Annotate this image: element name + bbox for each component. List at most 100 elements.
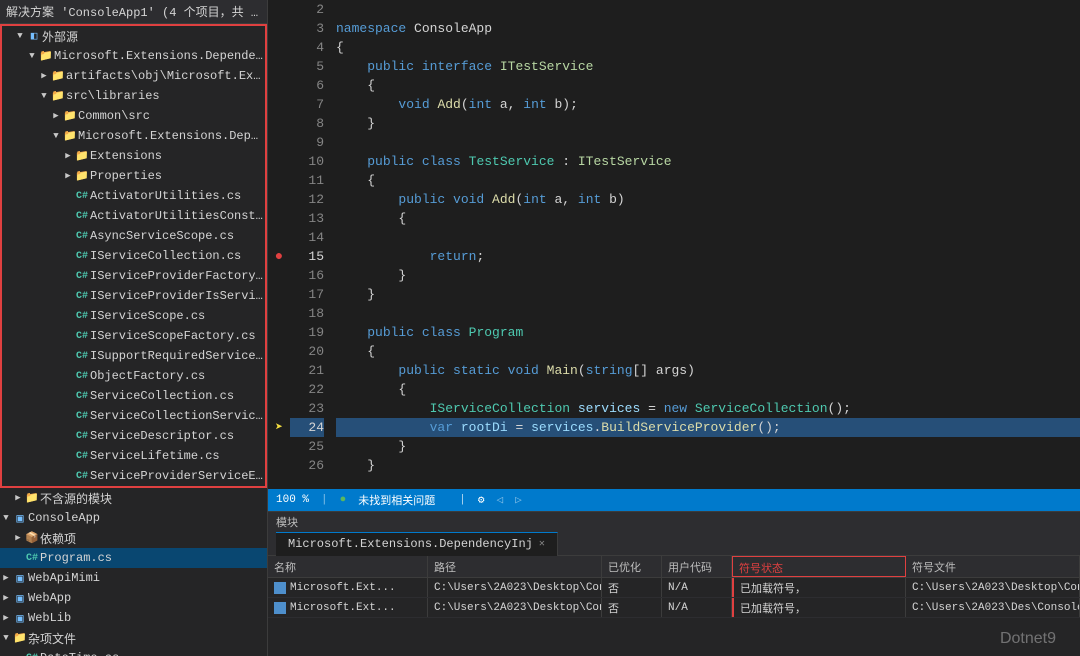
sidebar-item-nosource[interactable]: ▶ 📁 不含源的模块 <box>0 488 267 508</box>
sidebar-item-iserviceprovider[interactable]: C# IServiceProviderFactory.cs <box>2 266 265 286</box>
sidebar-item-label: WebApp <box>28 591 71 605</box>
folder-icon: 📁 <box>50 69 66 83</box>
cs-icon: C# <box>74 431 90 442</box>
sidebar-item-label: 外部源 <box>42 28 78 45</box>
token-void-12: void <box>453 190 492 209</box>
status-icon: ● <box>340 494 347 506</box>
module-icon-2 <box>274 602 286 614</box>
expand-arrow: ▶ <box>38 71 50 81</box>
tab-modules[interactable]: Microsoft.Extensions.DependencyInj ✕ <box>276 532 558 556</box>
token-services-24: services <box>531 418 593 437</box>
sidebar-item-label: ServiceDescriptor.cs <box>90 429 234 443</box>
sidebar-item-iservicecollection[interactable]: C# IServiceCollection.cs <box>2 246 265 266</box>
gutter-line-14 <box>268 228 290 247</box>
sidebar-item-objectfactory[interactable]: C# ObjectFactory.cs <box>2 366 265 386</box>
token-colon: : <box>562 152 578 171</box>
line-num-22: 22 <box>290 380 324 399</box>
sidebar-item-iserviceproviderisservice[interactable]: C# IServiceProviderIsService.c <box>2 286 265 306</box>
sidebar-item-iservicescope[interactable]: C# IServiceScope.cs <box>2 306 265 326</box>
sidebar-item-datetime[interactable]: C# DateTime.cs <box>0 648 267 656</box>
sidebar-item-msextdep[interactable]: ▼ 📁 Microsoft.Extensions.Depend <box>2 126 265 146</box>
cs-icon: C# <box>24 553 40 564</box>
cell-symbol-2: 已加载符号， <box>732 598 906 617</box>
line-num-15: 15 <box>290 247 324 266</box>
token-program: Program <box>469 323 524 342</box>
token-public-10: public <box>367 152 422 171</box>
sidebar-item-artifacts[interactable]: ▶ 📁 artifacts\obj\Microsoft.Extension <box>2 66 265 86</box>
sidebar-item-label: WebLib <box>28 611 71 625</box>
sidebar-item-serviceproviderserviceex[interactable]: C# ServiceProviderServiceExte <box>2 466 265 486</box>
sidebar-item-extensions[interactable]: ▶ 📁 Extensions <box>2 146 265 166</box>
line-numbers: 2 3 4 5 6 7 8 9 10 11 12 13 14 15 16 17 <box>290 0 332 489</box>
cs-icon: C# <box>74 451 90 462</box>
token-rootdi: rootDi <box>461 418 508 437</box>
sidebar-item-label: IServiceCollection.cs <box>90 249 241 263</box>
sidebar-item-servicelifetime[interactable]: C# ServiceLifetime.cs <box>2 446 265 466</box>
token-public-12: public <box>398 190 453 209</box>
cell-symbolfile-1: C:\Users\2A023\Desktop\ConsoleApp1\Conso… <box>906 578 1080 597</box>
line-num-19: 19 <box>290 323 324 342</box>
gutter-line-6 <box>268 76 290 95</box>
sidebar-item-webapimimi[interactable]: ▶ ▣ WebApiMimi <box>0 568 267 588</box>
tab-close-icon[interactable]: ✕ <box>539 538 545 550</box>
sidebar-item-deps[interactable]: ▶ 📦 依赖项 <box>0 528 267 548</box>
sidebar-item-async[interactable]: C# AsyncServiceScope.cs <box>2 226 265 246</box>
gutter-line-4 <box>268 38 290 57</box>
cell-name-1: Microsoft.Ext... <box>268 578 428 597</box>
token-indent-24 <box>336 418 430 437</box>
token-eq-23: = <box>640 399 663 418</box>
code-line-24: var rootDi = services . BuildServiceProv… <box>336 418 1080 437</box>
sidebar-item-iservicescopefactory[interactable]: C# IServiceScopeFactory.cs <box>2 326 265 346</box>
sidebar-item-weblib[interactable]: ▶ ▣ WebLib <box>0 608 267 628</box>
code-line-11: { <box>336 171 1080 190</box>
sidebar-item-activator[interactable]: C# ActivatorUtilities.cs <box>2 186 265 206</box>
sidebar-item-msext[interactable]: ▼ 📁 Microsoft.Extensions.DependencyIn <box>2 46 265 66</box>
sidebar-item-label: 杂项文件 <box>28 630 76 647</box>
gutter-line-16 <box>268 266 290 285</box>
sidebar-item-common[interactable]: ▶ 📁 Common\src <box>2 106 265 126</box>
gutter-line-13 <box>268 209 290 228</box>
sidebar-item-src[interactable]: ▼ 📁 src\libraries <box>2 86 265 106</box>
sidebar-item-external[interactable]: ▼ ◧ 外部源 <box>2 26 265 46</box>
token-indent-12 <box>336 190 398 209</box>
expand-arrow: ▶ <box>0 613 12 623</box>
status-text: 未找到相关问题 <box>358 492 435 508</box>
token-int-12b: int <box>578 190 609 209</box>
sidebar-item-label: ServiceProviderServiceExte <box>90 469 265 483</box>
gutter-line-21 <box>268 361 290 380</box>
code-line-4: { <box>336 38 1080 57</box>
token-static-21: static <box>453 361 508 380</box>
cs-icon: C# <box>74 231 90 242</box>
code-line-10: public class TestService : ITestService <box>336 152 1080 171</box>
table-row-2[interactable]: Microsoft.Ext... C:\Users\2A023\Desktop\… <box>268 598 1080 618</box>
token-brace-13: { <box>336 209 406 228</box>
code-line-18 <box>336 304 1080 323</box>
token-parens-23: (); <box>828 399 851 418</box>
code-content[interactable]: namespace ConsoleApp { public interface … <box>332 0 1080 489</box>
sidebar-item-webapp[interactable]: ▶ ▣ WebApp <box>0 588 267 608</box>
expand-arrow: ▶ <box>12 533 24 543</box>
sidebar-item-servicecollection[interactable]: C# ServiceCollection.cs <box>2 386 265 406</box>
sidebar-item-servicecollectionex[interactable]: C# ServiceCollectionServiceEx <box>2 406 265 426</box>
sidebar-item-isupport[interactable]: C# ISupportRequiredService.c <box>2 346 265 366</box>
gutter-line-10 <box>268 152 290 171</box>
sidebar-item-label: Program.cs <box>40 551 112 565</box>
sidebar-item-program-selected[interactable]: C# Program.cs <box>0 548 267 568</box>
sidebar-item-label: ServiceCollectionServiceEx <box>90 409 265 423</box>
token-args: [] args) <box>633 361 695 380</box>
token-void: void <box>398 95 437 114</box>
sidebar-item-activatorutil[interactable]: C# ActivatorUtilitiesConstructo <box>2 206 265 226</box>
sidebar-item-properties[interactable]: ▶ 📁 Properties <box>2 166 265 186</box>
sidebar-item-label: Extensions <box>90 149 162 163</box>
project-icon: ▣ <box>12 591 28 606</box>
token-b-12: b) <box>609 190 625 209</box>
cell-user-2: N/A <box>662 598 732 617</box>
sidebar-item-misc[interactable]: ▼ 📁 杂项文件 <box>0 628 267 648</box>
nav-icon[interactable]: ⚙ <box>478 493 485 507</box>
sidebar-item-consoleapp[interactable]: ▼ ▣ ConsoleApp <box>0 508 267 528</box>
token-var: var <box>430 418 461 437</box>
sidebar-item-servicedescriptor[interactable]: C# ServiceDescriptor.cs <box>2 426 265 446</box>
table-row-1[interactable]: Microsoft.Ext... C:\Users\2A023\Desktop\… <box>268 578 1080 598</box>
sidebar-item-label: IServiceScopeFactory.cs <box>90 329 256 343</box>
sidebar-item-label: 不含源的模块 <box>40 490 112 507</box>
